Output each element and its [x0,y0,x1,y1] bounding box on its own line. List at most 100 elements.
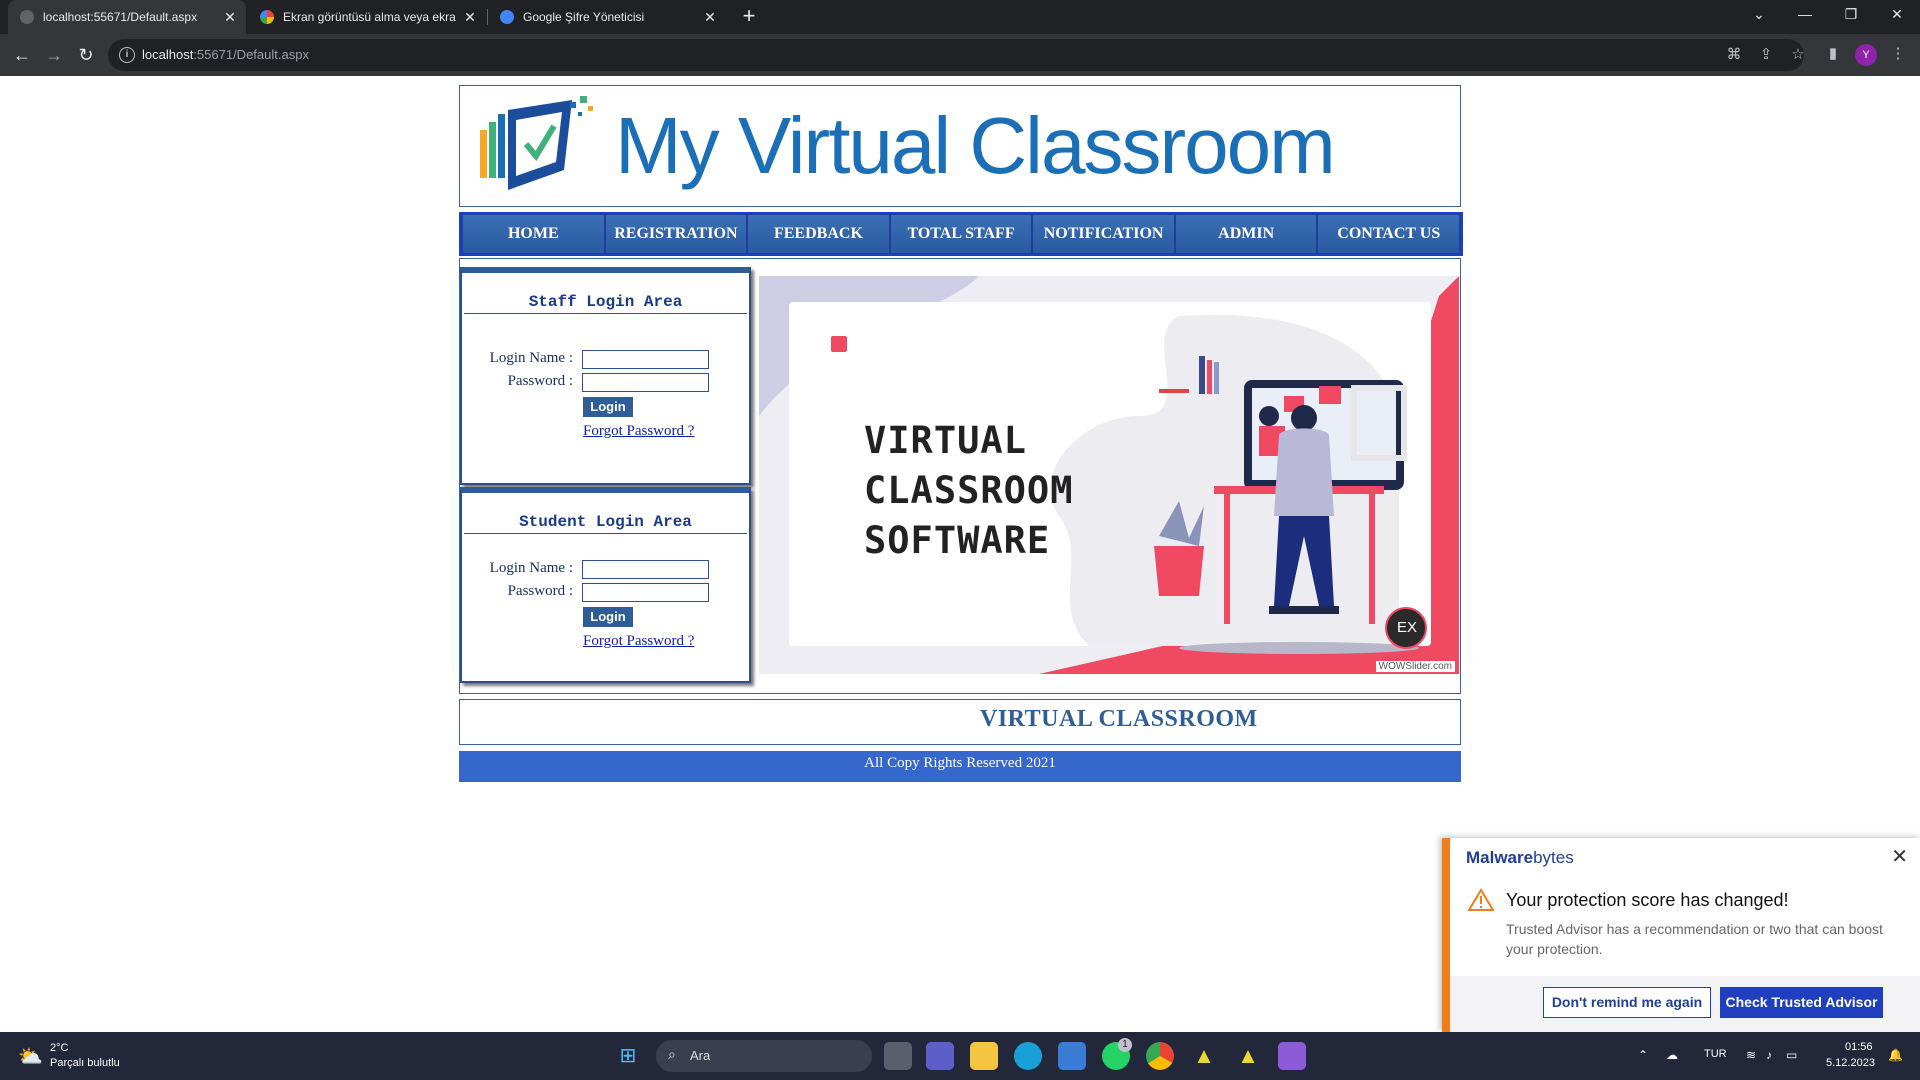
wifi-icon[interactable]: ≋ [1746,1048,1756,1062]
warning-icon [1468,888,1494,911]
side-panel-icon[interactable]: ▮ [1823,44,1843,64]
clock-time[interactable]: 01:56 [1845,1041,1873,1053]
back-icon[interactable]: ← [10,43,34,67]
chat-icon[interactable] [926,1042,954,1070]
menu-registration[interactable]: REGISTRATION [605,215,747,253]
new-tab-icon[interactable]: + [737,5,761,29]
store-icon[interactable] [1058,1042,1086,1070]
student-password-row: Password : [462,583,709,602]
search-icon: ⌕ [668,1046,676,1062]
slider-credit[interactable]: WOWSlider.com [1375,661,1455,672]
close-tab-icon[interactable]: ✕ [222,9,238,25]
tab-search-icon[interactable]: ⌄ [1736,0,1782,30]
banner-title: VIRTUAL CLASSROOM [980,706,1258,732]
staff-login-name-row: Login Name : [462,350,709,369]
student-login-button[interactable]: Login [583,607,633,627]
volume-icon[interactable]: ♪ [1766,1048,1772,1062]
bell-icon[interactable]: 🔔 [1888,1048,1903,1062]
staff-password-row: Password : [462,373,709,392]
minimize-icon[interactable]: — [1782,0,1828,30]
toolbar: ← → ↻ i localhost:55671/Default.aspx ⌘ ⇪… [0,34,1920,76]
menu-feedback[interactable]: FEEDBACK [748,215,889,253]
site-banner: VIRTUAL CLASSROOM [459,699,1461,745]
share-icon[interactable]: ⇪ [1756,45,1776,65]
dont-remind-button[interactable]: Don't remind me again [1543,987,1711,1018]
password-label: Password : [507,583,573,599]
student-login-name-input[interactable] [582,560,709,579]
site-footer: All Copy Rights Reserved 2021 [459,751,1461,782]
staff-login-button[interactable]: Login [583,397,633,417]
slider-caption: VIRTUAL CLASSROOM SOFTWARE [864,416,1073,566]
tab-title: Ekran görüntüsü alma veya ekra [283,10,456,24]
student-password-input[interactable] [582,583,709,602]
close-tab-icon[interactable]: ✕ [462,9,478,25]
login-name-label: Login Name : [489,350,573,366]
slider-line-2: CLASSROOM [864,469,1074,512]
app-triangle-icon-2[interactable]: ▲ [1234,1042,1262,1070]
menu-notification[interactable]: NOTIFICATION [1033,215,1174,253]
slider-line-3: SOFTWARE [864,519,1051,562]
notification-badge: 1 [1118,1038,1132,1052]
password-label: Password : [507,373,573,389]
staff-login-name-input[interactable] [582,350,709,369]
menu-total-staff[interactable]: TOTAL STAFF [890,215,1032,253]
check-trusted-advisor-button[interactable]: Check Trusted Advisor [1720,987,1883,1018]
staff-login-title: Staff Login Area [464,273,747,314]
tab-title: Google Şifre Yöneticisi [523,10,645,24]
student-login-panel: Student Login Area Login Name : Password… [460,487,751,683]
image-slider[interactable]: VIRTUAL CLASSROOM SOFTWARE EX WOWSlider.… [759,276,1459,674]
menu-home[interactable]: HOME [463,215,604,253]
staff-password-input[interactable] [582,373,709,392]
bookmark-star-icon[interactable]: ☆ [1788,45,1808,65]
toast-title: Your protection score has changed! [1506,890,1789,910]
visual-studio-icon[interactable] [1278,1042,1306,1070]
malwarebytes-notification: Malwarebytes ✕ Your protection score has… [1442,838,1920,1032]
show-hidden-icons[interactable]: ⌃ [1638,1048,1648,1062]
tab-screenshot[interactable]: Ekran görüntüsü alma veya ekra ✕ [248,0,486,34]
student-forgot-password-link[interactable]: Forgot Password ? [583,633,694,650]
google-icon [260,10,274,24]
search-placeholder: Ara [690,1048,711,1063]
student-login-name-row: Login Name : [462,560,709,579]
taskbar-search[interactable]: ⌕ Ara [656,1040,872,1072]
menu-admin[interactable]: ADMIN [1175,215,1317,253]
start-icon[interactable]: ⊞ [614,1042,642,1070]
close-icon[interactable]: ✕ [1891,844,1908,869]
weather-description[interactable]: Parçalı bulutlu [50,1057,120,1069]
close-tab-icon[interactable]: ✕ [702,9,718,25]
onedrive-icon[interactable]: ☁ [1666,1048,1678,1062]
file-explorer-icon[interactable] [970,1042,998,1070]
site-info-icon[interactable]: i [119,47,135,63]
close-window-icon[interactable]: ✕ [1874,0,1920,30]
forward-icon[interactable]: → [42,43,66,67]
chrome-icon[interactable] [1146,1042,1174,1070]
tab-title: localhost:55671/Default.aspx [43,10,198,24]
staff-forgot-password-link[interactable]: Forgot Password ? [583,423,694,440]
toast-stripe [1442,838,1450,1032]
classroom-logo-icon [480,96,593,190]
malwarebytes-brand: Malwarebytes [1466,848,1574,867]
profile-avatar[interactable]: Y [1855,44,1877,66]
tab-password-manager[interactable]: Google Şifre Yöneticisi ✕ [488,0,726,34]
site-header: My Virtual Classroom [459,85,1461,207]
task-view-icon[interactable] [884,1042,912,1070]
language-indicator[interactable]: TUR [1704,1048,1727,1060]
tab-strip: localhost:55671/Default.aspx ✕ Ekran gör… [0,0,1920,34]
staff-login-panel: Staff Login Area Login Name : Password :… [460,267,751,485]
translate-icon[interactable]: ⌘ [1724,45,1744,65]
weather-temperature[interactable]: 2°C [50,1042,68,1054]
menu-dots-icon[interactable]: ⋮ [1888,44,1908,64]
slider-badge[interactable]: EX [1395,617,1419,639]
restore-icon[interactable]: ❐ [1828,0,1874,30]
tab-localhost[interactable]: localhost:55671/Default.aspx ✕ [8,0,246,34]
clock-date[interactable]: 5.12.2023 [1826,1057,1875,1069]
edge-icon[interactable] [1014,1042,1042,1070]
app-triangle-icon[interactable]: ▲ [1190,1042,1218,1070]
slider-line-1: VIRTUAL [864,419,1027,462]
weather-icon[interactable]: ⛅ [18,1044,43,1069]
reload-icon[interactable]: ↻ [74,43,98,67]
main-content: Staff Login Area Login Name : Password :… [459,258,1461,694]
battery-icon[interactable]: ▭ [1786,1048,1797,1062]
menu-contact-us[interactable]: CONTACT US [1318,215,1460,253]
address-bar[interactable]: i localhost:55671/Default.aspx ⌘ ⇪ ☆ [108,39,1805,71]
